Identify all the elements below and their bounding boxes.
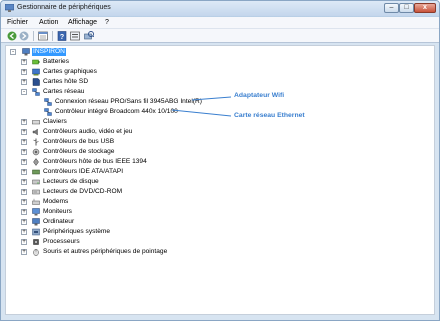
toolbar-separator <box>33 31 34 41</box>
usb-icon <box>33 138 39 146</box>
sd-host-icon <box>32 78 40 86</box>
system-device-icon <box>32 228 40 236</box>
expand-icon[interactable]: + <box>21 199 27 205</box>
network-adapter-icon <box>44 98 52 106</box>
expand-icon[interactable]: + <box>21 239 27 245</box>
computer-icon <box>22 48 30 56</box>
toolbar: ? <box>1 29 439 43</box>
expand-icon[interactable]: + <box>21 119 27 125</box>
toolbar-view-icon[interactable] <box>70 31 80 41</box>
tree-item-label: Claviers <box>43 118 67 125</box>
expand-icon[interactable]: + <box>21 69 27 75</box>
monitor-icon <box>32 208 40 216</box>
tree-child-label: Contrôleur intégré Broadcom 440x 10/100 <box>55 108 178 115</box>
toolbar-separator <box>52 31 53 41</box>
tree-item-label: Contrôleurs de bus USB <box>43 138 115 145</box>
device-manager-window: Gestionnaire de périphériques – □ x Fich… <box>0 0 440 321</box>
tree-child-label: Connexion réseau PRO/Sans fil 3945ABG In… <box>55 98 202 105</box>
menu-bar: Fichier Action Affichage ? <box>1 17 439 29</box>
help-icon[interactable]: ? <box>57 31 67 41</box>
tree-root-label: INSPIRON <box>32 48 66 56</box>
expand-icon[interactable]: + <box>21 159 27 165</box>
expand-icon[interactable]: + <box>21 179 27 185</box>
title-bar[interactable]: Gestionnaire de périphériques – □ x <box>1 1 439 16</box>
tree-item-label: Processeurs <box>43 238 80 245</box>
tree-item-label: Lecteurs de disque <box>43 178 99 185</box>
audio-icon <box>32 128 38 136</box>
expand-icon[interactable]: + <box>21 209 27 215</box>
expand-icon[interactable]: + <box>21 59 27 65</box>
back-icon[interactable] <box>7 31 17 41</box>
menu-affichage[interactable]: Affichage <box>68 19 97 26</box>
tree-item-label: Modems <box>43 198 69 205</box>
forward-icon[interactable] <box>19 31 29 41</box>
tree-item-label: Cartes réseau <box>43 88 85 95</box>
keyboard-icon <box>32 120 40 125</box>
scan-icon[interactable] <box>84 31 94 41</box>
expand-icon[interactable]: + <box>21 129 27 135</box>
ide-icon <box>32 169 40 175</box>
tree-item-label: Cartes graphiques <box>43 68 97 75</box>
close-button[interactable]: x <box>414 3 436 13</box>
tree-item-label: Contrôleurs de stockage <box>43 148 115 155</box>
dvd-drive-icon <box>32 189 40 195</box>
modem-icon <box>32 198 40 205</box>
menu-action[interactable]: Action <box>39 19 58 26</box>
annotation-ethernet: Carte réseau Ethernet <box>234 112 305 119</box>
network-adapter-icon <box>44 108 52 116</box>
mouse-icon <box>33 249 39 256</box>
disk-drive-icon <box>32 179 40 185</box>
expand-icon[interactable]: + <box>21 249 27 255</box>
expand-icon[interactable]: + <box>21 79 27 85</box>
menu-fichier[interactable]: Fichier <box>7 19 28 26</box>
tree-item-label: Contrôleurs hôte de bus IEEE 1394 <box>43 158 147 165</box>
tree-item-label: Lecteurs de DVD/CD-ROM <box>43 188 123 195</box>
tree-item-label: Batteries <box>43 58 70 65</box>
ieee1394-icon <box>33 158 39 166</box>
expand-icon[interactable]: + <box>21 149 27 155</box>
expand-icon[interactable]: + <box>21 139 27 145</box>
battery-icon <box>32 59 40 65</box>
tree-item-label: Moniteurs <box>43 208 72 215</box>
svg-text:?: ? <box>60 34 64 41</box>
expand-icon[interactable]: + <box>21 229 27 235</box>
display-adapter-icon <box>32 68 40 76</box>
expand-icon[interactable]: + <box>21 189 27 195</box>
tree-item-label: Ordinateur <box>43 218 75 225</box>
annotation-wifi: Adaptateur Wifi <box>234 92 285 99</box>
device-tree[interactable]: - INSPIRON + Batteries + Cartes graphiqu… <box>5 45 435 315</box>
collapse-icon[interactable]: - <box>10 49 16 55</box>
expand-icon[interactable]: + <box>21 169 27 175</box>
collapse-icon[interactable]: - <box>21 89 27 95</box>
tree-item-label: Contrôleurs IDE ATA/ATAPI <box>43 168 124 175</box>
properties-icon[interactable] <box>38 31 48 41</box>
menu-help[interactable]: ? <box>105 19 109 26</box>
tree-item-label: Souris et autres périphériques de pointa… <box>43 248 168 255</box>
tree-item-label: Cartes hôte SD <box>43 78 89 85</box>
maximize-button[interactable]: □ <box>399 3 414 13</box>
minimize-button[interactable]: – <box>384 3 399 13</box>
network-adapter-icon <box>32 88 40 96</box>
computer-icon <box>32 218 40 226</box>
expand-icon[interactable]: + <box>21 219 27 225</box>
window-title: Gestionnaire de périphériques <box>17 4 111 11</box>
tree-item-label: Périphériques système <box>43 228 111 235</box>
storage-icon <box>32 148 40 156</box>
processor-icon <box>33 239 39 245</box>
tree-item-label: Contrôleurs audio, vidéo et jeu <box>43 128 133 135</box>
device-manager-icon <box>5 4 14 12</box>
